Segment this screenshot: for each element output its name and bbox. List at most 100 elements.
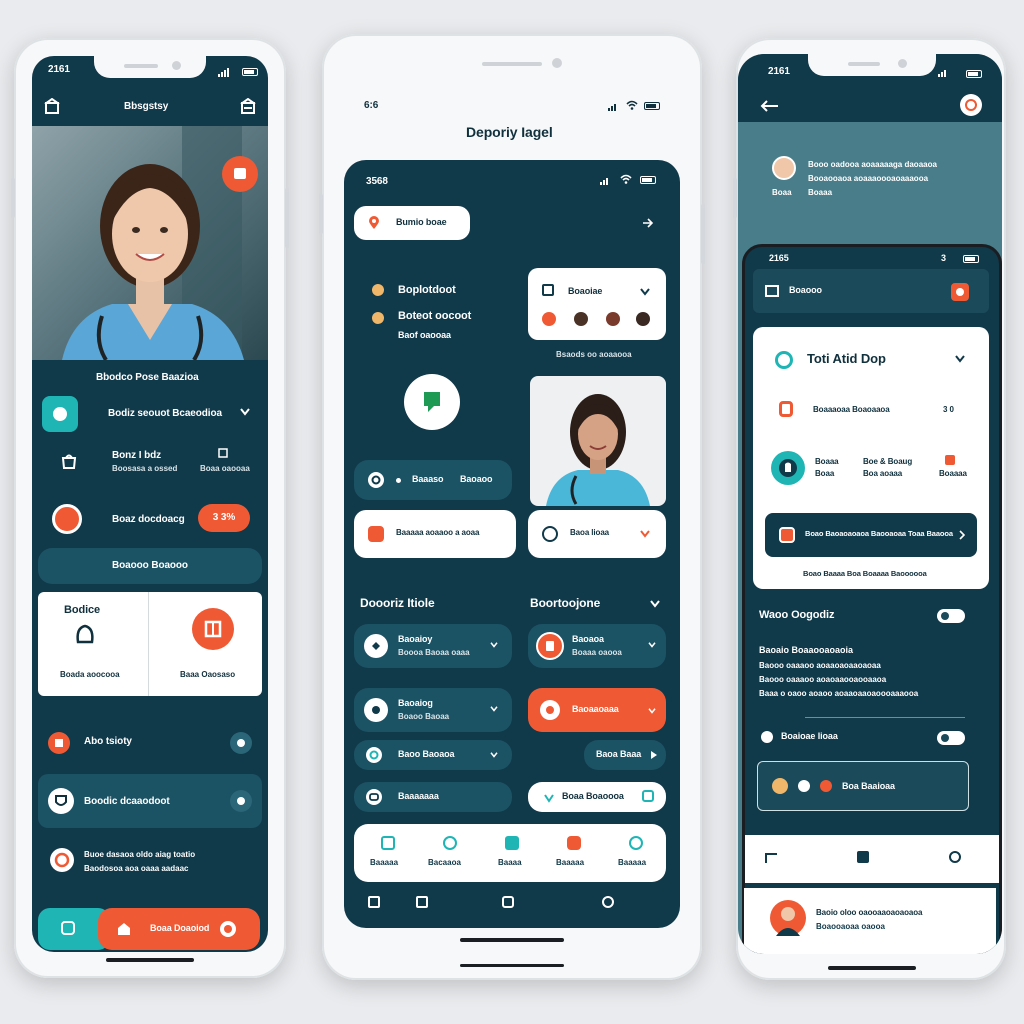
avatar-2 (574, 312, 588, 326)
tab-2-icon (443, 836, 457, 850)
nav-profile-icon[interactable] (602, 896, 614, 908)
inner-phone: 2165 3 Boaooo Toti Atid Dop Boaaaoaa Boa… (742, 244, 1002, 954)
list-left-item-2[interactable]: Baoaiog Boaoo Baoaa (354, 688, 512, 732)
search-pill[interactable]: Bumio boae (354, 206, 470, 240)
tab-4[interactable]: Baaaaa (550, 834, 598, 874)
feature-toggle[interactable] (937, 731, 965, 745)
notification-icon[interactable] (951, 283, 969, 301)
banner-button[interactable]: Boao Baoaoaoaoa Baooaoaa Toaa Baaooa (765, 513, 977, 557)
list-left-item-1[interactable]: Baoaioy Boooa Baoaa oaaa (354, 624, 512, 668)
outline-icon-3 (820, 780, 832, 792)
nav-doc-icon[interactable] (857, 851, 869, 863)
profile-side-label: Boaa (772, 188, 792, 197)
nav-calendar-icon[interactable] (502, 896, 514, 908)
inner-card[interactable]: Toti Atid Dop Boaaaoaa Boaoaaoa 3 0 Boaa… (753, 327, 989, 589)
section-chevron-icon[interactable] (650, 600, 660, 608)
nav-back-icon[interactable] (765, 853, 777, 863)
row3-badge[interactable]: 3 3% (198, 504, 250, 532)
calendar-icon[interactable] (192, 608, 234, 650)
chevron-down-icon[interactable] (490, 706, 498, 712)
section-toggle[interactable] (937, 609, 965, 623)
tab-1-icon (381, 836, 395, 850)
bottom-action-button[interactable]: Boaa Doaoiod (98, 908, 260, 950)
center-screen: 3568 Bumio boae Boplotdoot Boteot oocoot… (344, 160, 680, 928)
list-right-item-3[interactable]: Baoa Baaa (584, 740, 666, 770)
nav-doc-icon[interactable] (368, 896, 380, 908)
chevron-down-icon[interactable] (640, 530, 650, 538)
right-phone: 2161 Booo oadooa aoaaaaaga daoaaoa Booao… (733, 38, 1006, 980)
card-chevron-icon[interactable] (955, 355, 965, 363)
item-sub: Boaaa oaooa (572, 648, 622, 657)
chevron-down-icon[interactable] (240, 408, 250, 416)
status-time: 2161 (768, 66, 790, 77)
inner-signal-icon (600, 178, 608, 185)
nav-shield-icon[interactable] (949, 851, 961, 863)
row-b-right[interactable]: Baoa lioaa (528, 510, 666, 558)
section-line3: Baooo oaaaoo aoaoaaooaooaaoa (759, 675, 887, 684)
list-left-item-3[interactable]: Baoo Baoaoa (354, 740, 512, 770)
tab-3[interactable]: Baaaa (488, 834, 536, 874)
teal-square-icon[interactable] (42, 396, 78, 432)
list-right-item-4[interactable]: Boaa Boaoooa (528, 782, 666, 812)
profile-button-icon[interactable] (960, 94, 982, 116)
card-chevron-icon[interactable] (640, 288, 650, 296)
chevron-down-icon[interactable] (648, 708, 656, 714)
info-icon (218, 448, 228, 458)
feature2-label: Boteot oocoot (398, 310, 472, 322)
shield-icon (48, 788, 74, 814)
clock-icon (50, 848, 74, 872)
chevron-down-icon[interactable] (490, 642, 498, 648)
list-right-item-2[interactable]: Baoaaoaaa (528, 688, 666, 732)
list1-label: Abo tsioty (84, 736, 132, 747)
row2-icon (771, 451, 805, 485)
tab-5[interactable]: Baaaaa (612, 834, 660, 874)
outline-button[interactable]: Boa Baaioaa (757, 761, 969, 811)
item-title: Baaaaaaa (398, 791, 439, 801)
feature1-icon (372, 284, 384, 296)
home-icon[interactable] (44, 98, 60, 114)
nav-list-icon[interactable] (416, 896, 428, 908)
list2-toggle-icon[interactable] (230, 790, 252, 812)
tab-1[interactable]: Baaaaa (364, 834, 412, 874)
item-title: Baoaaoaaa (572, 704, 619, 714)
wide-button[interactable]: Boaooo Boaooo (38, 548, 262, 584)
home-small-icon (116, 921, 132, 937)
video-call-button[interactable] (222, 156, 258, 192)
item-sub: Boooa Baoaa oaaa (398, 648, 470, 657)
battery-icon (966, 70, 982, 78)
compass-icon (542, 526, 558, 542)
arrow-right-icon[interactable] (642, 218, 654, 228)
search-label: Bumio boae (396, 217, 447, 227)
inner-header: Boaooo (789, 285, 822, 295)
item-icon (542, 790, 556, 804)
section-line2: Baooo oaaaoo aoaaoaoaaoaoaa (759, 661, 881, 670)
home-indicator (106, 958, 194, 962)
footer-card[interactable]: Baoio oloo oaooaaoaoaoaoa Boaooaoaa oaoo… (744, 888, 996, 954)
volume-button (11, 178, 15, 218)
battery-icon (242, 68, 258, 76)
tab-2-label: Bacaaoa (428, 858, 461, 867)
list-left-item-4[interactable]: Baaaaaaa (354, 782, 512, 812)
menu-icon[interactable] (240, 98, 256, 114)
left-info-card[interactable]: Bodice Boada aoocooa Baaa Oaosaso (38, 592, 262, 696)
divider (805, 717, 965, 718)
list-right-item-1[interactable]: Baoaoa Boaaa oaooa (528, 624, 666, 668)
chevron-down-icon[interactable] (490, 752, 498, 758)
row1-label[interactable]: Bodiz seouot Bcaeodioa (108, 408, 222, 419)
doctor-card[interactable]: Boaoiae (528, 268, 666, 340)
list1-toggle-icon[interactable] (230, 732, 252, 754)
card-icon (542, 284, 554, 296)
avatar-4 (636, 312, 650, 326)
tab-2[interactable]: Bacaaoa (426, 834, 474, 874)
row-a[interactable]: Baaaso Baoaoo (354, 460, 512, 500)
chevron-down-icon[interactable] (648, 642, 656, 648)
back-arrow-icon[interactable] (760, 100, 780, 112)
volume-button (733, 178, 737, 218)
inner-battery-icon (963, 255, 979, 263)
row-b[interactable]: Baaaaa aoaaoo a aoaa (354, 510, 516, 558)
record-icon (220, 921, 236, 937)
row2-left-sub: Boaa (815, 469, 835, 478)
chat-bubble-icon[interactable] (404, 374, 460, 430)
bag-icon (60, 452, 78, 470)
card-title: Boaoiae (568, 286, 603, 296)
